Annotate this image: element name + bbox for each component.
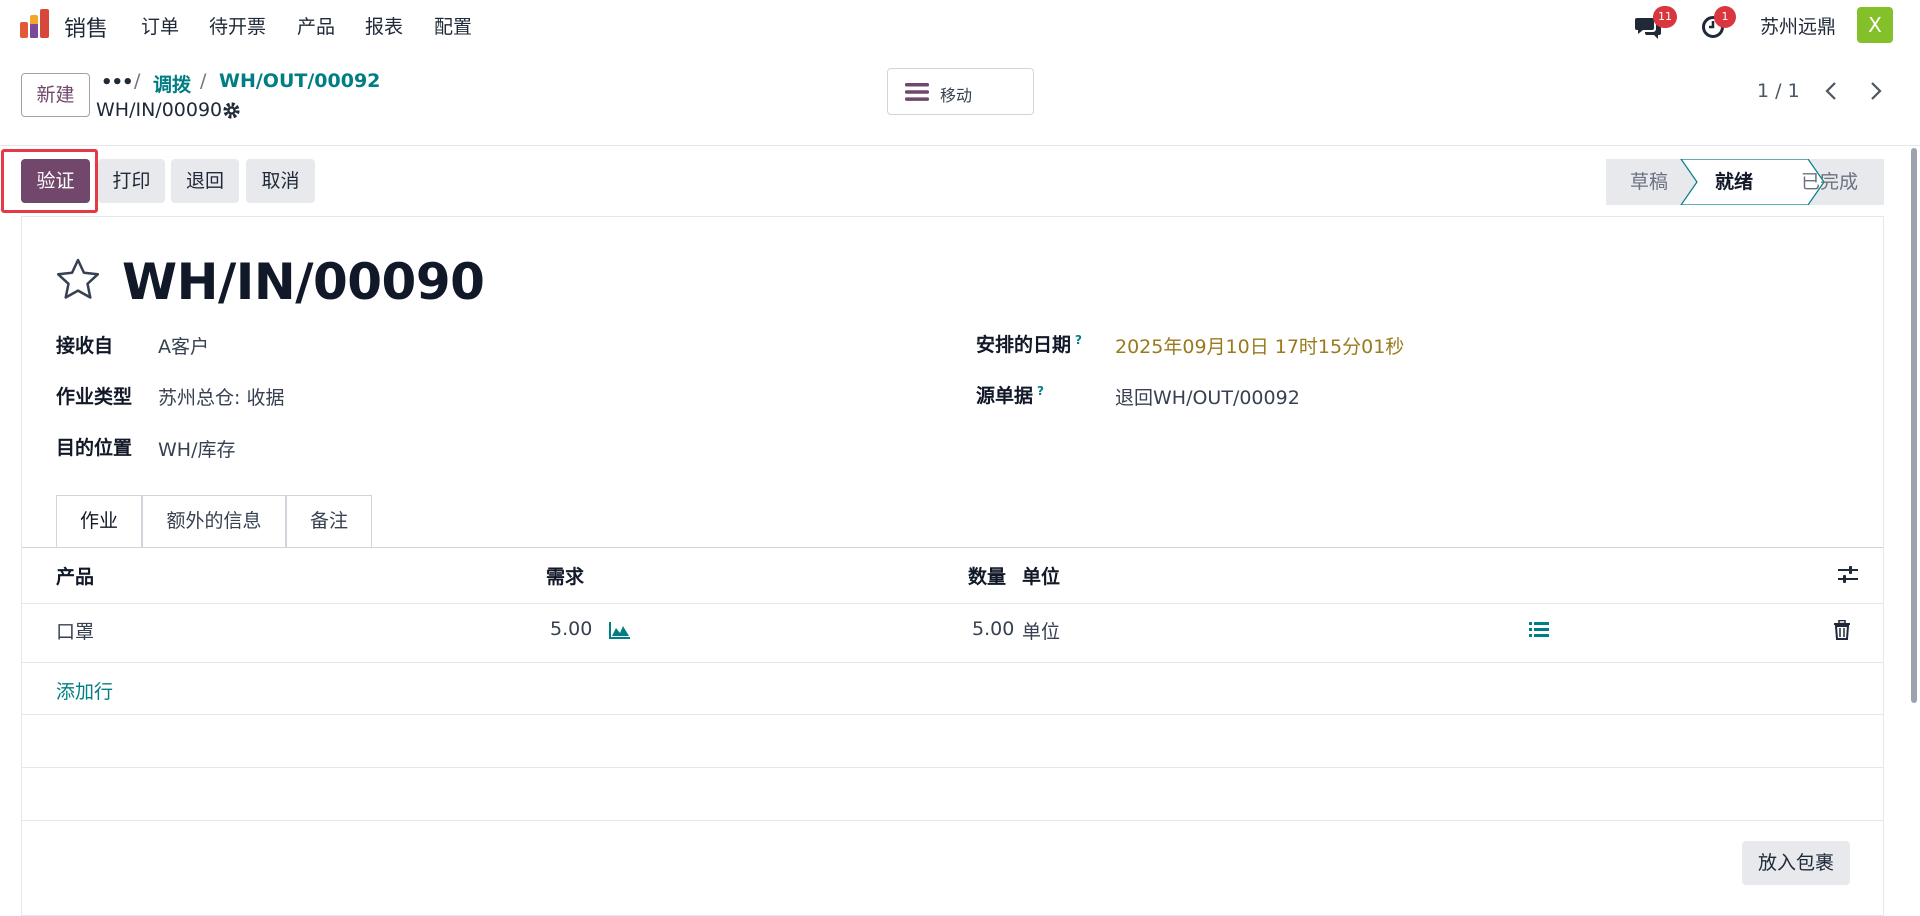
put-in-pack-button[interactable]: 放入包裹 <box>1742 841 1850 885</box>
forecast-chart-icon[interactable] <box>609 621 631 639</box>
return-button[interactable]: 退回 <box>171 159 239 203</box>
column-header-product[interactable]: 产品 <box>56 562 94 589</box>
menu-to-invoice[interactable]: 待开票 <box>209 12 266 39</box>
column-header-demand[interactable]: 需求 <box>546 562 584 589</box>
cancel-button[interactable]: 取消 <box>246 159 315 203</box>
details-list-icon[interactable] <box>1529 621 1549 639</box>
scheduled-date-field[interactable]: 2025年09月10日 17时15分01秒 <box>1115 332 1404 359</box>
quantity-cell[interactable]: 5.00 <box>972 618 1014 640</box>
tab-additional-info[interactable]: 额外的信息 <box>142 495 286 547</box>
menu-configuration[interactable]: 配置 <box>434 12 472 39</box>
destination-label: 目的位置 <box>56 437 133 459</box>
app-name[interactable]: 销售 <box>64 11 108 43</box>
current-record-name: WH/IN/00090 <box>96 99 223 121</box>
company-switcher[interactable]: 苏州远鼎 <box>1760 12 1836 39</box>
messages-badge: 11 <box>1653 6 1677 28</box>
scheduled-date-label: 安排的日期? <box>976 332 1082 356</box>
stage-draft[interactable]: 草稿 <box>1630 159 1668 205</box>
product-cell[interactable]: 口罩 <box>56 617 94 644</box>
demand-cell[interactable]: 5.00 <box>550 618 592 640</box>
tabs-divider <box>22 547 1883 548</box>
scrollbar[interactable] <box>1906 148 1920 903</box>
tab-notes[interactable]: 备注 <box>286 495 372 547</box>
partner-field[interactable]: A客户 <box>158 332 209 359</box>
stage-ready[interactable]: 就绪 <box>1715 159 1753 205</box>
divider <box>22 714 1883 715</box>
stage-done[interactable]: 已完成 <box>1801 159 1858 205</box>
highlight-annotation <box>1 149 98 213</box>
activities-button[interactable]: 1 <box>1701 6 1741 40</box>
more-breadcrumbs-button[interactable]: ••• <box>101 72 134 93</box>
menu-orders[interactable]: 订单 <box>141 12 179 39</box>
operation-type-label: 作业类型 <box>56 386 133 408</box>
breadcrumb-transfers[interactable]: 调拨 <box>153 70 191 97</box>
help-icon[interactable]: ? <box>1037 384 1044 398</box>
print-button[interactable]: 打印 <box>98 159 165 203</box>
destination-field[interactable]: WH/库存 <box>158 435 235 462</box>
user-avatar[interactable]: X <box>1857 7 1893 43</box>
gear-icon[interactable] <box>222 101 241 120</box>
stage-bar: 草稿 就绪 已完成 <box>1606 159 1884 205</box>
column-header-uom[interactable]: 单位 <box>1022 562 1060 589</box>
divider <box>22 662 1883 663</box>
divider <box>22 767 1883 768</box>
move-button-label: 移动 <box>940 86 973 105</box>
control-panel: 新建 ••• / 调拨 / WH/OUT/00092 WH/IN/00090 移… <box>0 50 1920 145</box>
messages-button[interactable]: 11 <box>1634 6 1684 40</box>
new-button[interactable]: 新建 <box>21 73 90 117</box>
tab-operations[interactable]: 作业 <box>56 495 142 548</box>
divider <box>22 603 1883 604</box>
help-icon[interactable]: ? <box>1075 333 1082 347</box>
status-bar: 验证 打印 退回 取消 草稿 就绪 已完成 <box>0 146 1920 216</box>
chevron-left-icon[interactable] <box>1819 78 1845 104</box>
activities-badge: 1 <box>1714 6 1736 28</box>
move-button[interactable]: 移动 <box>887 68 1034 115</box>
operation-type-field[interactable]: 苏州总仓: 收据 <box>158 383 284 410</box>
record-title: WH/IN/00090 <box>122 253 485 311</box>
breadcrumb-parent-record[interactable]: WH/OUT/00092 <box>219 70 380 92</box>
top-navbar: 销售 订单 待开票 产品 报表 配置 11 1 苏州远鼎 X <box>0 0 1920 50</box>
optional-columns-icon[interactable] <box>1837 564 1859 586</box>
menu-products[interactable]: 产品 <box>297 12 335 39</box>
divider <box>22 820 1883 821</box>
uom-cell[interactable]: 单位 <box>1022 617 1060 644</box>
breadcrumb-separator: / <box>134 70 141 92</box>
column-header-quantity[interactable]: 数量 <box>968 562 1006 589</box>
pager-value[interactable]: 1 / 1 <box>1757 80 1800 102</box>
source-document-label: 源单据? <box>976 383 1044 407</box>
chevron-right-icon[interactable] <box>1862 78 1888 104</box>
hamburger-icon <box>905 83 929 101</box>
source-document-field[interactable]: 退回WH/OUT/00092 <box>1115 383 1300 410</box>
sales-app-icon[interactable] <box>19 8 51 40</box>
trash-icon[interactable] <box>1833 620 1851 640</box>
star-icon[interactable] <box>55 257 101 303</box>
scrollbar-thumb[interactable] <box>1911 148 1917 703</box>
partner-label: 接收自 <box>56 335 114 357</box>
form-sheet: WH/IN/00090 接收自 A客户 作业类型 苏州总仓: 收据 目的位置 W… <box>21 216 1884 916</box>
add-line-link[interactable]: 添加行 <box>56 677 113 704</box>
menu-reporting[interactable]: 报表 <box>365 12 403 39</box>
breadcrumb-separator: / <box>200 70 207 92</box>
